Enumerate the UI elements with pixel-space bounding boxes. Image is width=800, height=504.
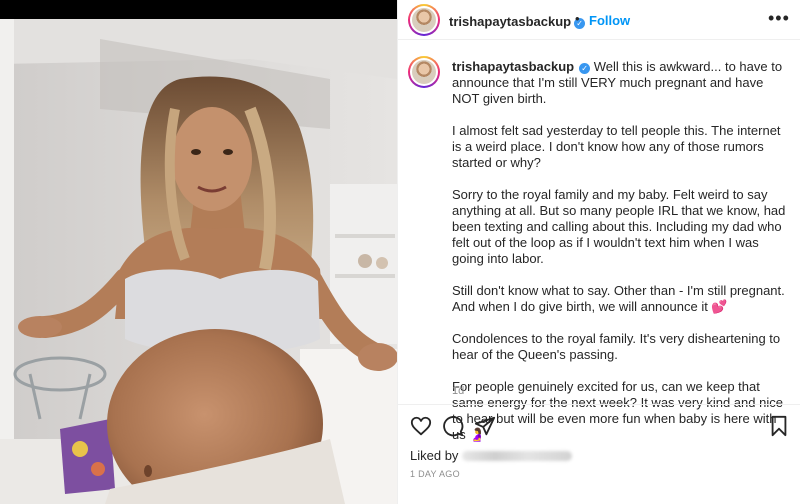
pregnant-woman-photo bbox=[0, 19, 397, 504]
caption-username[interactable]: trishapaytasbackup bbox=[452, 59, 574, 74]
action-bar bbox=[398, 404, 800, 444]
post-modal: trishapaytasbackup ✓ • Follow ••• trishap… bbox=[0, 0, 800, 504]
caption-avatar[interactable] bbox=[408, 56, 440, 88]
separator-dot: • bbox=[575, 11, 580, 26]
author-username[interactable]: trishapaytasbackup bbox=[449, 14, 571, 29]
comment-icon[interactable] bbox=[442, 415, 464, 437]
post-photo bbox=[0, 19, 397, 504]
caption-paragraph: I almost felt sad yesterday to tell peop… bbox=[452, 123, 781, 170]
likes-line: Liked by bbox=[410, 448, 573, 463]
caption-timestamp[interactable]: 1d bbox=[452, 385, 464, 397]
follow-button[interactable]: Follow bbox=[589, 13, 630, 28]
post-header: trishapaytasbackup ✓ • Follow ••• bbox=[398, 0, 800, 40]
likes-prefix: Liked by bbox=[410, 448, 459, 463]
post-side-panel: trishapaytasbackup ✓ • Follow ••• trishap… bbox=[397, 0, 800, 504]
more-options-icon[interactable]: ••• bbox=[768, 8, 790, 29]
author-avatar[interactable] bbox=[408, 4, 440, 36]
caption-area: trishapaytasbackup ✓ Well this is awkward… bbox=[398, 41, 800, 442]
post-date[interactable]: 1 DAY AGO bbox=[410, 469, 460, 479]
caption-paragraph: Still don't know what to say. Other than… bbox=[452, 283, 785, 314]
bookmark-icon[interactable] bbox=[768, 415, 790, 437]
caption-paragraph: Sorry to the royal family and my baby. F… bbox=[452, 187, 786, 266]
blurred-usernames bbox=[462, 451, 573, 461]
heart-icon[interactable] bbox=[410, 415, 432, 437]
caption-paragraph: Condolences to the royal family. It's ve… bbox=[452, 331, 781, 362]
caption-text: trishapaytasbackup ✓ Well this is awkward… bbox=[452, 59, 787, 459]
paper-plane-icon[interactable] bbox=[474, 415, 496, 437]
verified-badge-icon: ✓ bbox=[579, 63, 591, 74]
